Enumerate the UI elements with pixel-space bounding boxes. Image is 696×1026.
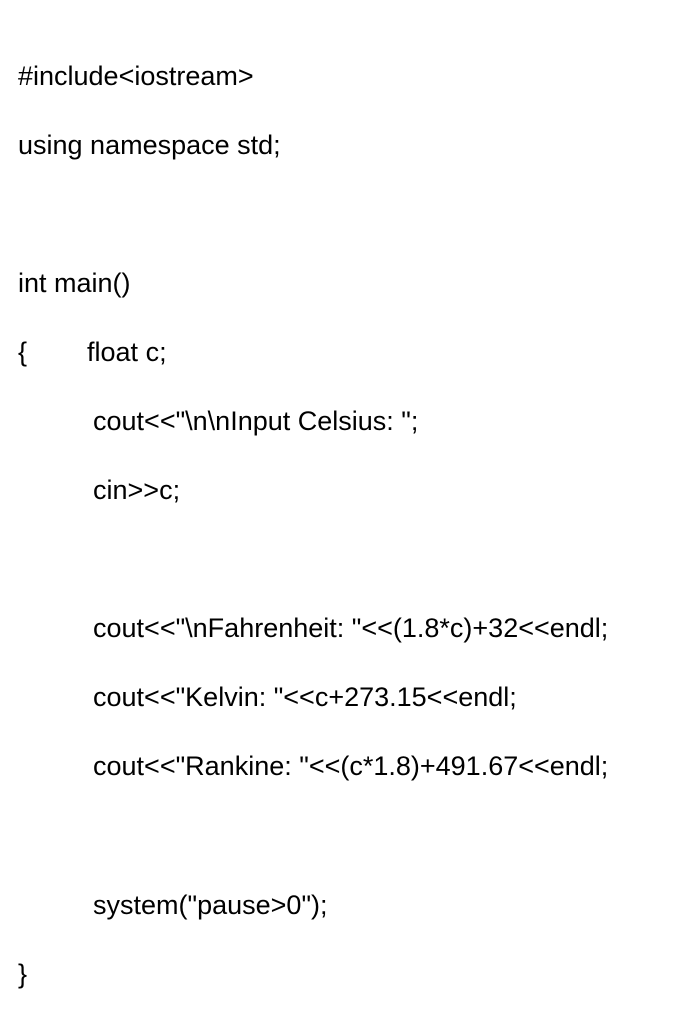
code-line: int main()	[18, 266, 696, 301]
code-line: using namespace std;	[18, 128, 696, 163]
code-line: cout<<"\n\nInput Celsius: ";	[18, 404, 696, 439]
code-line: }	[18, 957, 696, 992]
code-line: cin>>c;	[18, 473, 696, 508]
code-line: cout<<"Rankine: "<<(c*1.8)+491.67<<endl;	[18, 749, 696, 784]
code-line: cout<<"\nFahrenheit: "<<(1.8*c)+32<<endl…	[18, 611, 696, 646]
code-line	[18, 197, 696, 232]
code-block: #include<iostream> using namespace std; …	[18, 24, 696, 1026]
code-line	[18, 542, 696, 577]
code-line: system("pause>0");	[18, 888, 696, 923]
code-line: cout<<"Kelvin: "<<c+273.15<<endl;	[18, 680, 696, 715]
code-line: { float c;	[18, 335, 696, 370]
code-line: #include<iostream>	[18, 59, 696, 94]
code-line	[18, 819, 696, 854]
